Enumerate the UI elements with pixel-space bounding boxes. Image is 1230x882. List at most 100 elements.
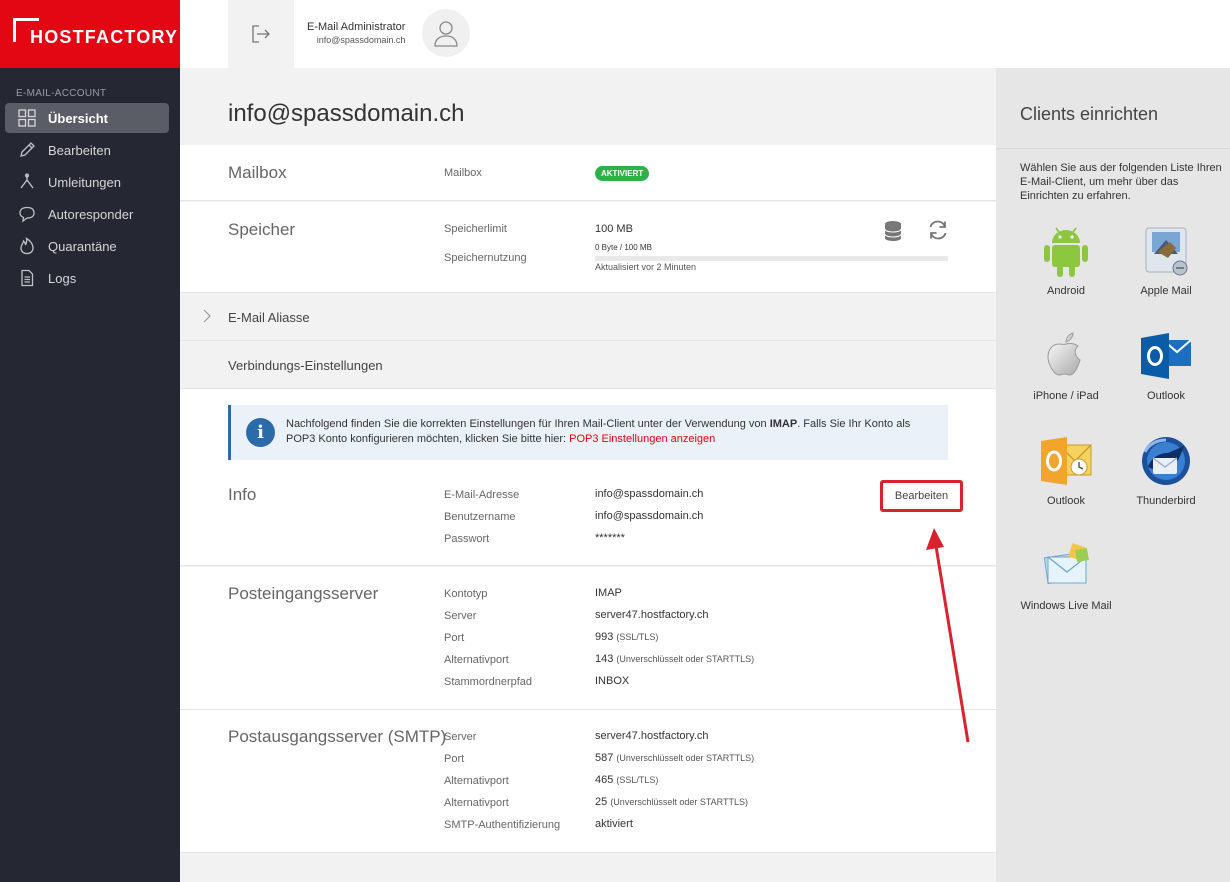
- outgoing-value: 587 (Unverschlüsselt oder STARTTLS): [595, 752, 754, 764]
- client-apple-mail[interactable]: Apple Mail: [1116, 223, 1216, 297]
- topbar: E-Mail Administrator info@spassdomain.ch: [180, 0, 1230, 68]
- outgoing-value: aktiviert: [595, 818, 633, 830]
- sidebar-item-label: Übersicht: [48, 110, 108, 126]
- outgoing-value-text: 25: [595, 796, 608, 808]
- info-icon: i: [246, 418, 275, 447]
- outgoing-title: Postausgangsserver (SMTP): [228, 727, 447, 746]
- incoming-value: IMAP: [595, 587, 622, 599]
- sidebar-item-bearbeiten[interactable]: Bearbeiten: [5, 135, 169, 165]
- logo-text: HOSTFACTORY: [30, 26, 179, 47]
- sidebar-item-autoresponder[interactable]: Autoresponder: [5, 199, 169, 229]
- incoming-note: (SSL/TLS): [616, 632, 659, 642]
- document-icon: [17, 268, 37, 288]
- incoming-value-text: 143: [595, 653, 614, 665]
- incoming-label: Server: [444, 610, 477, 622]
- fork-icon: [17, 172, 37, 192]
- pop3-settings-link[interactable]: POP3 Einstellungen anzeigen: [569, 433, 715, 445]
- outgoing-note: (Unverschlüsselt oder STARTTLS): [610, 797, 749, 807]
- client-windows-live-mail[interactable]: Windows Live Mail: [1016, 538, 1116, 612]
- sidebar-item-label: Umleitungen: [48, 174, 121, 190]
- incoming-title: Posteingangsserver: [228, 584, 379, 603]
- storage-usage-value: 0 Byte / 100 MB: [595, 243, 652, 252]
- info-title: Info: [228, 485, 257, 504]
- storage-limit-label: Speicherlimit: [444, 223, 507, 235]
- connection-title: Verbindungs-Einstellungen: [228, 358, 383, 373]
- outgoing-label: Alternativport: [444, 797, 509, 809]
- clients-description: Wählen Sie aus der folgenden Liste Ihren…: [1020, 162, 1222, 202]
- connection-settings-row: Verbindungs-Einstellungen: [180, 341, 996, 389]
- speech-bubble-icon: [17, 204, 37, 224]
- client-label: Outlook: [1047, 495, 1085, 507]
- sidebar-item-label: Quarantäne: [48, 238, 117, 254]
- client-label: iPhone / iPad: [1033, 390, 1099, 402]
- incoming-label: Alternativport: [444, 654, 509, 666]
- sidebar-item-umleitungen[interactable]: Umleitungen: [5, 167, 169, 197]
- outgoing-value: 25 (Unverschlüsselt oder STARTTLS): [595, 796, 748, 808]
- outgoing-note: (SSL/TLS): [616, 775, 659, 785]
- avatar[interactable]: [422, 9, 470, 57]
- client-android[interactable]: Android: [1016, 223, 1116, 297]
- sidebar-item-logs[interactable]: Logs: [5, 263, 169, 293]
- client-outlook[interactable]: Outlook: [1116, 328, 1216, 402]
- flame-icon: [17, 236, 37, 256]
- incoming-value: server47.hostfactory.ch: [595, 609, 709, 621]
- outgoing-label: SMTP-Authentifizierung: [444, 819, 561, 831]
- database-icon: [884, 221, 902, 241]
- incoming-value-text: IMAP: [595, 587, 622, 599]
- outgoing-value-text: aktiviert: [595, 818, 633, 830]
- storage-limit-value: 100 MB: [595, 223, 633, 235]
- user-name: E-Mail Administrator: [307, 21, 406, 33]
- outgoing-value-text: 587: [595, 752, 614, 764]
- outgoing-label: Alternativport: [444, 775, 509, 787]
- hostfactory-logo[interactable]: HOSTFACTORY: [0, 0, 180, 68]
- sidebar-item-quarantaene[interactable]: Quarantäne: [5, 231, 169, 261]
- outgoing-value-text: 465: [595, 774, 614, 786]
- notice-text-before: Nachfolgend finden Sie die korrekten Ein…: [286, 418, 770, 430]
- client-label: Apple Mail: [1140, 285, 1192, 297]
- incoming-label: Port: [444, 632, 465, 644]
- aliases-title: E-Mail Aliasse: [228, 310, 310, 325]
- incoming-value: 993 (SSL/TLS): [595, 631, 658, 643]
- thunderbird-icon: [1138, 433, 1194, 489]
- aliases-row[interactable]: E-Mail Aliasse: [180, 293, 996, 341]
- clients-title: Clients einrichten: [1020, 104, 1159, 124]
- storage-section: [180, 202, 996, 293]
- sidebar-section-title: E-MAIL-ACCOUNT: [16, 88, 107, 99]
- incoming-label: Kontotyp: [444, 588, 488, 600]
- logout-button[interactable]: [228, 0, 294, 68]
- client-label: Thunderbird: [1136, 495, 1196, 507]
- user-email: info@spassdomain.ch: [316, 35, 406, 45]
- refresh-icon[interactable]: [927, 219, 949, 241]
- outlook-legacy-icon: [1038, 433, 1094, 489]
- client-outlook-legacy[interactable]: Outlook: [1016, 433, 1116, 507]
- edit-button[interactable]: Bearbeiten: [880, 480, 963, 512]
- client-iphone-ipad[interactable]: iPhone / iPad: [1016, 328, 1116, 402]
- client-label: Outlook: [1147, 390, 1185, 402]
- mailbox-label: Mailbox: [444, 167, 482, 179]
- main-content: info@spassdomain.ch Mailbox Mailbox AKTI…: [180, 68, 996, 882]
- logout-icon: [252, 25, 270, 43]
- client-thunderbird[interactable]: Thunderbird: [1116, 433, 1216, 507]
- client-label: Windows Live Mail: [1020, 600, 1112, 612]
- info-value-email: info@spassdomain.ch: [595, 488, 704, 500]
- sidebar: HOSTFACTORY E-MAIL-ACCOUNT Übersicht Bea…: [0, 0, 180, 882]
- storage-updated: Aktualisiert vor 2 Minuten: [595, 262, 697, 272]
- client-label: Android: [1047, 285, 1085, 297]
- outgoing-value: 465 (SSL/TLS): [595, 774, 658, 786]
- storage-title: Speicher: [228, 220, 296, 239]
- pencil-icon: [17, 140, 37, 160]
- imap-notice: i Nachfolgend finden Sie die korrekten E…: [228, 405, 948, 460]
- sidebar-item-uebersicht[interactable]: Übersicht: [5, 103, 169, 133]
- divider: [996, 148, 1230, 149]
- sidebar-item-label: Logs: [48, 270, 77, 286]
- apple-mail-icon: [1138, 223, 1194, 279]
- incoming-label: Stammordnerpfad: [444, 676, 533, 688]
- storage-usage-label: Speichernutzung: [444, 252, 527, 264]
- incoming-value: INBOX: [595, 675, 629, 687]
- clients-panel: Clients einrichten Wählen Sie aus der fo…: [996, 68, 1230, 882]
- page-title: info@spassdomain.ch: [228, 100, 465, 127]
- user-info: E-Mail Administrator info@spassdomain.ch: [307, 21, 405, 45]
- incoming-value-text: 993: [595, 631, 614, 643]
- outgoing-value: server47.hostfactory.ch: [595, 730, 709, 742]
- outlook-icon: [1138, 328, 1194, 384]
